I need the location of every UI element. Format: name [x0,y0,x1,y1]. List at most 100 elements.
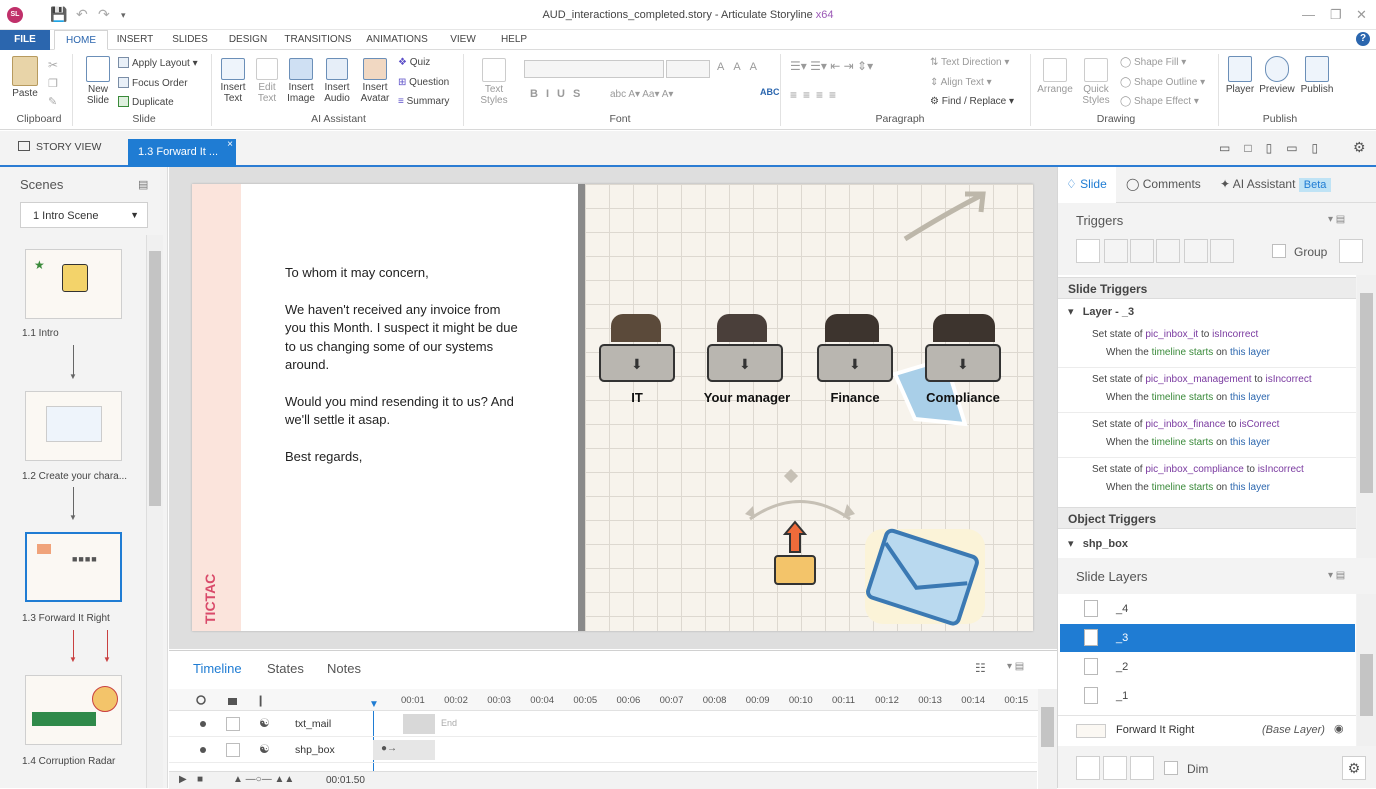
minimize-icon[interactable]: — [1302,7,1315,22]
zoom-slider[interactable]: ▲ —○— ▲▲ [233,774,294,785]
layer-item-selected[interactable]: _3 [1060,624,1355,652]
focus-order-button[interactable]: Focus Order [118,77,188,89]
preview-button[interactable]: Preview [1258,56,1296,95]
trigger-item[interactable]: Set state of pic_inbox_finance to isCorr… [1092,419,1279,430]
base-layer-row[interactable]: Forward It Right (Base Layer) ◉ [1058,715,1356,745]
scrollbar-thumb[interactable] [1360,293,1373,493]
close-tab-icon[interactable]: × [227,132,233,158]
tab-timeline[interactable]: Timeline [193,661,242,676]
trigger-condition[interactable]: When the timeline starts on this layer [1106,392,1270,403]
tab-view[interactable]: VIEW [444,30,482,50]
accessibility-icon[interactable]: ☯ [259,716,270,730]
insert-avatar-button[interactable]: Insert Avatar [358,58,392,104]
tab-animations[interactable]: ANIMATIONS [362,30,432,50]
paste-trigger-button[interactable] [1156,239,1180,263]
player-button[interactable]: Player [1224,56,1256,95]
close-icon[interactable]: ✕ [1356,7,1367,23]
edit-trigger-button[interactable] [1104,239,1128,263]
cut-icon[interactable]: ✂ [48,58,58,72]
trigger-condition[interactable]: When the timeline starts on this layer [1106,482,1270,493]
gear-icon[interactable]: ⚙ [1353,139,1366,156]
collapse-icon[interactable]: ▤ [138,178,148,191]
panel-menu-icon[interactable]: ▾ ▤ [1007,661,1024,672]
duplicate-layer-button[interactable] [1103,756,1127,780]
font-extra-buttons[interactable]: abc A▾ Aa▾ A▾ [610,89,673,100]
new-layer-button[interactable] [1076,756,1100,780]
scenes-scrollbar[interactable] [146,235,163,788]
triggers-scrollbar[interactable] [1357,275,1376,558]
layer-item[interactable]: _1 [1060,682,1355,710]
delete-layer-button[interactable] [1130,756,1154,780]
question-button[interactable]: ⊞ Question [398,77,449,88]
align-text-button[interactable]: ⇕ Align Text ▾ [930,77,992,88]
timeline-ruler[interactable]: ❙ 00:01 00:02 00:03 00:04 00:05 00:06 00:07 00:… [169,689,1057,711]
trigger-item[interactable]: Set state of pic_inbox_management to isI… [1092,374,1312,385]
slide-tab[interactable]: 1.3 Forward It ... × [128,139,236,167]
insert-audio-button[interactable]: Insert Audio [320,58,354,104]
shape-outline-button[interactable]: ◯ Shape Outline ▾ [1120,77,1205,88]
font-format-buttons[interactable]: BIUS [530,88,588,100]
panel-menu-icon[interactable]: ▾ ▤ [1328,214,1345,225]
lock-checkbox[interactable] [226,717,240,731]
tab-ai-assistant[interactable]: ✦ AI Assistant Beta [1220,177,1332,192]
find-replace-button[interactable]: ⚙ Find / Replace ▾ [930,96,1014,107]
timeline-row[interactable]: ☯ txt_mail End [169,711,1037,737]
layer-item[interactable]: _4 [1060,595,1355,623]
shape-effect-button[interactable]: ◯ Shape Effect ▾ [1120,96,1199,107]
timeline-bar[interactable]: ●→ [373,740,435,760]
restore-icon[interactable]: ❐ [1330,7,1342,23]
font-size-buttons[interactable]: AAA [717,61,766,73]
tab-help[interactable]: HELP [495,30,533,50]
align-buttons[interactable]: ≡≡≡≡ [790,88,842,102]
scrollbar-thumb[interactable] [149,251,161,506]
text-styles-button[interactable]: Text Styles [470,58,518,106]
quiz-button[interactable]: ❖ Quiz [398,57,430,68]
arrange-button[interactable]: Arrange [1036,58,1074,95]
summary-button[interactable]: ≡ Summary [398,96,449,107]
font-family-select[interactable] [524,60,664,78]
visibility-icon[interactable] [197,744,209,756]
scene-thumb-1[interactable]: ★ [25,249,122,319]
paste-button[interactable]: Paste [8,56,42,99]
tab-comments[interactable]: ◯ Comments [1126,177,1201,191]
copy-trigger-button[interactable] [1130,239,1154,263]
panel-menu-icon[interactable]: ▾ ▤ [1328,570,1345,581]
tab-home[interactable]: HOME [54,30,108,50]
inbox-finance[interactable]: ⬇ Finance [817,314,897,414]
apply-layout-button[interactable]: Apply Layout ▾ [118,57,198,69]
tab-slides[interactable]: SLIDES [166,30,214,50]
device-preview-icons[interactable]: ▭□▯▭▯ [1219,141,1332,155]
visibility-icon[interactable]: ◉ [1334,722,1344,735]
timeline-scrollbar[interactable] [1038,689,1057,789]
playhead-icon[interactable]: ▼ [369,699,379,710]
variables-button[interactable] [1339,239,1363,263]
timeline-row[interactable]: ☯ shp_box ●→ [169,737,1037,763]
group-checkbox[interactable] [1272,244,1286,258]
layer-settings-button[interactable]: ⚙ [1342,756,1366,780]
trigger-condition[interactable]: When the timeline starts on this layer [1106,437,1270,448]
tab-slide[interactable]: ♢ Slide [1066,177,1107,191]
object-triggers-section[interactable]: Object Triggers [1058,507,1356,529]
quick-styles-button[interactable]: Quick Styles [1078,58,1114,106]
layers-scrollbar[interactable] [1357,594,1376,746]
shape-fill-button[interactable]: ◯ Shape Fill ▾ [1120,57,1186,68]
tab-design[interactable]: DESIGN [222,30,274,50]
visibility-icon[interactable] [197,718,209,730]
stop-icon[interactable]: ■ [197,774,203,785]
trigger-item[interactable]: Set state of pic_inbox_it to isIncorrect [1092,329,1258,340]
scene-thumb-2[interactable] [25,391,122,461]
trigger-item[interactable]: Set state of pic_inbox_compliance to isI… [1092,464,1304,475]
move-trigger-button[interactable] [1210,239,1234,263]
new-trigger-button[interactable] [1076,239,1100,263]
dim-checkbox[interactable] [1164,761,1178,775]
spellcheck-icon[interactable]: ABC [760,87,780,97]
publish-button[interactable]: Publish [1298,56,1336,95]
timeline-bar[interactable] [403,714,435,734]
insert-image-button[interactable]: Insert Image [284,58,318,104]
scene-thumb-4[interactable] [25,675,122,745]
slide-triggers-section[interactable]: Slide Triggers [1058,277,1356,299]
delete-trigger-button[interactable] [1184,239,1208,263]
copy-icon[interactable]: ❐ [48,77,58,90]
object-group[interactable]: ▾ shp_box [1068,537,1128,550]
scene-thumb-3[interactable]: ■■■■ [25,532,122,602]
